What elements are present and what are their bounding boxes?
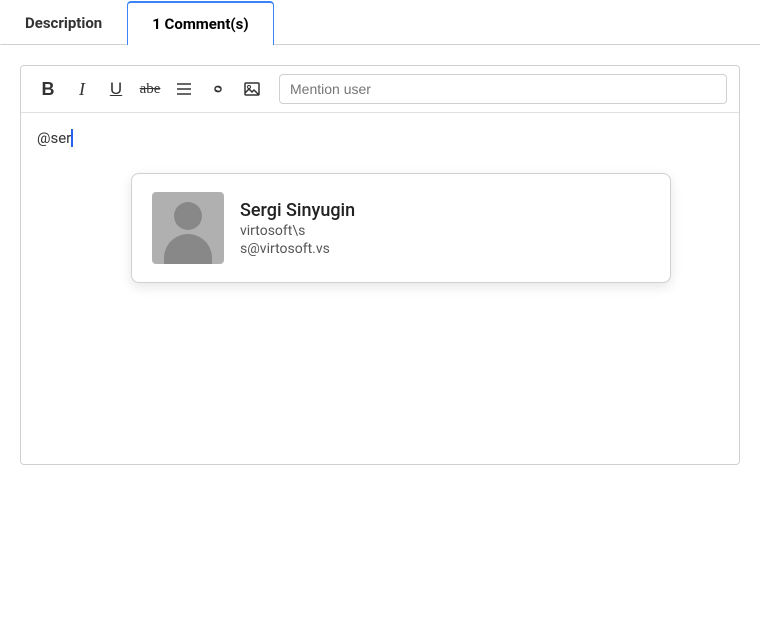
- link-button[interactable]: [203, 74, 233, 104]
- text-cursor: [71, 129, 73, 147]
- italic-button[interactable]: I: [67, 74, 97, 104]
- list-button[interactable]: [169, 74, 199, 104]
- tab-description[interactable]: Description: [0, 1, 127, 45]
- tabs-bar: Description 1 Comment(s): [0, 0, 760, 45]
- mention-info: Sergi Sinyugin virtosoft\s s@virtosoft.v…: [240, 200, 355, 257]
- mention-email: s@virtosoft.vs: [240, 241, 355, 257]
- underline-button[interactable]: U: [101, 74, 131, 104]
- list-icon: [175, 80, 193, 98]
- tab-comments[interactable]: 1 Comment(s): [127, 1, 273, 45]
- mention-name: Sergi Sinyugin: [240, 200, 355, 221]
- editor-area[interactable]: @ser Sergi Sinyugin virtosoft\s s@virtos…: [21, 113, 739, 413]
- editor-content: @ser: [37, 129, 71, 147]
- mention-domain: virtosoft\s: [240, 223, 355, 239]
- link-icon: [209, 80, 227, 98]
- mention-item[interactable]: Sergi Sinyugin virtosoft\s s@virtosoft.v…: [140, 182, 662, 274]
- mention-dropdown: Sergi Sinyugin virtosoft\s s@virtosoft.v…: [131, 173, 671, 283]
- bold-button[interactable]: B: [33, 74, 63, 104]
- editor-container: B I U abe: [20, 65, 740, 465]
- image-button[interactable]: [237, 74, 267, 104]
- strikethrough-button[interactable]: abe: [135, 74, 165, 104]
- page-content: B I U abe: [0, 45, 760, 485]
- toolbar: B I U abe: [21, 66, 739, 113]
- avatar: [152, 192, 224, 264]
- image-icon: [243, 80, 261, 98]
- mention-user-input[interactable]: [279, 74, 727, 104]
